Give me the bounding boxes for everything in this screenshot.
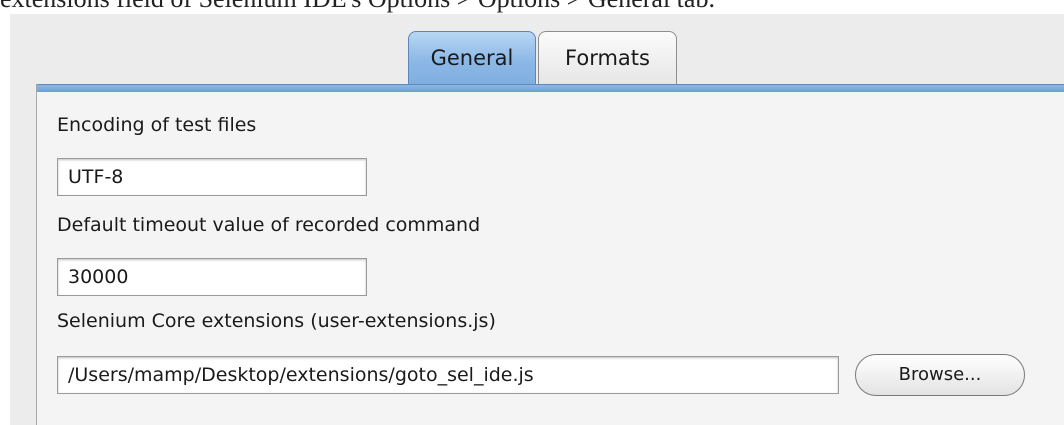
panel-top-rule bbox=[37, 84, 1064, 92]
timeout-input[interactable] bbox=[57, 258, 367, 296]
page-caption: extensions field of Selenium IDE's Optio… bbox=[0, 0, 715, 14]
options-dialog: General Formats Encoding of test files D… bbox=[10, 14, 1064, 425]
encoding-input[interactable] bbox=[57, 158, 367, 196]
timeout-label: Default timeout value of recorded comman… bbox=[57, 214, 481, 236]
encoding-label: Encoding of test files bbox=[57, 114, 257, 136]
general-panel: Encoding of test files Default timeout v… bbox=[36, 84, 1064, 425]
browse-button[interactable]: Browse... bbox=[855, 354, 1025, 396]
core-extensions-input[interactable] bbox=[57, 356, 839, 394]
core-extensions-label: Selenium Core extensions (user-extension… bbox=[57, 310, 496, 332]
tab-general[interactable]: General bbox=[408, 31, 536, 85]
tab-formats[interactable]: Formats bbox=[538, 31, 677, 85]
